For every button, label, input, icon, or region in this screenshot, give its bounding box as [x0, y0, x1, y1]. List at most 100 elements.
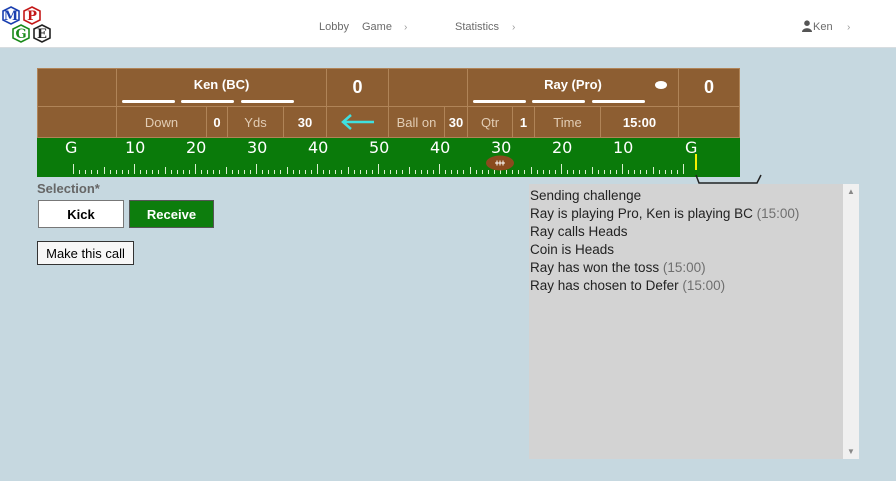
down-value: 0 — [206, 106, 228, 138]
yard-tick — [408, 167, 410, 174]
possession-football-icon — [655, 81, 667, 89]
yard-tick — [652, 167, 654, 174]
home-timeout-3 — [241, 100, 294, 103]
yard-label: 10 — [613, 138, 634, 157]
direction-left-arrow-icon — [340, 114, 374, 130]
scoreboard-row2-end — [678, 106, 740, 138]
yard-tick — [402, 170, 404, 174]
yard-tick — [567, 170, 569, 174]
yard-tick — [469, 167, 471, 174]
yard-tick — [103, 167, 105, 174]
yard-tick — [323, 170, 325, 174]
game-chevron-icon[interactable]: › — [404, 22, 407, 33]
yard-tick — [579, 170, 581, 174]
home-team-cell: Ken (BC) — [116, 68, 327, 107]
make-call-button[interactable]: Make this call — [37, 241, 134, 265]
yard-tick — [365, 170, 367, 174]
yard-tick — [335, 170, 337, 174]
yard-tick — [609, 170, 611, 174]
yard-tick — [73, 164, 74, 174]
yard-tick — [463, 170, 465, 174]
top-nav-bar: M P G E Lobby Game › Statistics › Ken › — [0, 0, 896, 48]
log-entry: Ray has won the toss (15:00) — [530, 259, 843, 277]
scoreboard-corner-cell — [37, 68, 117, 107]
yard-tick — [359, 170, 361, 174]
away-timeout-1 — [473, 100, 526, 103]
log-entry: Ray calls Heads — [530, 223, 843, 241]
log-entry-time: (15:00) — [682, 278, 726, 293]
yard-tick — [451, 170, 453, 174]
yard-tick — [603, 170, 605, 174]
yard-tick — [176, 170, 178, 174]
game-log-scrollbar[interactable]: ▲ ▼ — [843, 184, 859, 459]
mpge-logo[interactable]: M P G E — [2, 5, 58, 47]
yard-tick — [249, 170, 251, 174]
down-marker-icon — [695, 174, 762, 184]
yard-tick — [85, 170, 87, 174]
yard-tick — [573, 170, 575, 174]
time-label: Time — [534, 106, 601, 138]
away-score: 0 — [678, 68, 740, 107]
yard-tick — [262, 170, 264, 174]
home-team-name: Ken (BC) — [193, 77, 250, 92]
yard-tick — [164, 167, 166, 174]
home-score: 0 — [326, 68, 389, 107]
logo-letter-e: E — [37, 27, 47, 42]
user-name-link[interactable]: Ken — [813, 21, 833, 33]
receive-option-button[interactable]: Receive — [129, 200, 214, 228]
yard-tick — [109, 170, 111, 174]
yard-tick — [341, 170, 343, 174]
yard-tick — [188, 170, 190, 174]
yard-tick — [292, 170, 294, 174]
yard-tick — [676, 170, 678, 174]
selection-label: Selection* — [37, 181, 100, 196]
nav-lobby-link[interactable]: Lobby — [319, 21, 349, 33]
line-to-gain-marker — [695, 154, 697, 170]
yard-tick — [225, 167, 227, 174]
statistics-chevron-icon[interactable]: › — [512, 22, 515, 33]
yard-tick — [207, 170, 209, 174]
scoreboard-middle-cell — [388, 68, 468, 107]
ball-on-value: 30 — [444, 106, 468, 138]
log-entry-text: Ray is playing Pro, Ken is playing BC — [530, 206, 753, 221]
log-entry: Ray is playing Pro, Ken is playing BC (1… — [530, 205, 843, 223]
yard-tick — [615, 170, 617, 174]
yard-tick — [414, 170, 416, 174]
game-log[interactable]: Sending challenge Ray is playing Pro, Ken… — [529, 184, 843, 459]
yard-label: G — [65, 138, 78, 157]
home-timeout-2 — [181, 100, 234, 103]
yard-tick — [597, 170, 599, 174]
yard-tick — [280, 170, 282, 174]
user-icon — [802, 20, 812, 32]
nav-statistics-link[interactable]: Statistics — [455, 21, 499, 33]
yard-label: 40 — [308, 138, 329, 157]
nav-game-link[interactable]: Game — [362, 21, 392, 33]
scroll-up-icon[interactable]: ▲ — [847, 187, 855, 196]
scroll-down-icon[interactable]: ▼ — [847, 447, 855, 456]
user-chevron-icon[interactable]: › — [847, 22, 850, 33]
yard-tick — [121, 170, 123, 174]
yard-tick — [237, 170, 239, 174]
log-entry: Ray has chosen to Defer (15:00) — [530, 277, 843, 295]
yard-tick — [628, 170, 630, 174]
yard-tick — [561, 164, 562, 174]
yard-tick — [170, 170, 172, 174]
yard-tick — [481, 170, 483, 174]
yard-tick — [231, 170, 233, 174]
kick-option-button[interactable]: Kick — [38, 200, 124, 228]
yard-label: 20 — [552, 138, 573, 157]
quarter-label: Qtr — [467, 106, 513, 138]
log-entry-text: Ray has won the toss — [530, 260, 660, 275]
football-icon — [486, 155, 514, 171]
away-timeout-3 — [592, 100, 645, 103]
yard-tick — [134, 164, 135, 174]
yard-label: 20 — [186, 138, 207, 157]
yard-tick — [439, 164, 440, 174]
yard-tick — [426, 170, 428, 174]
yard-tick — [79, 170, 81, 174]
away-team-cell: Ray (Pro) — [467, 68, 679, 107]
yard-tick — [554, 170, 556, 174]
yard-tick — [213, 170, 215, 174]
yard-tick — [97, 170, 99, 174]
logo-letter-m: M — [4, 9, 18, 24]
